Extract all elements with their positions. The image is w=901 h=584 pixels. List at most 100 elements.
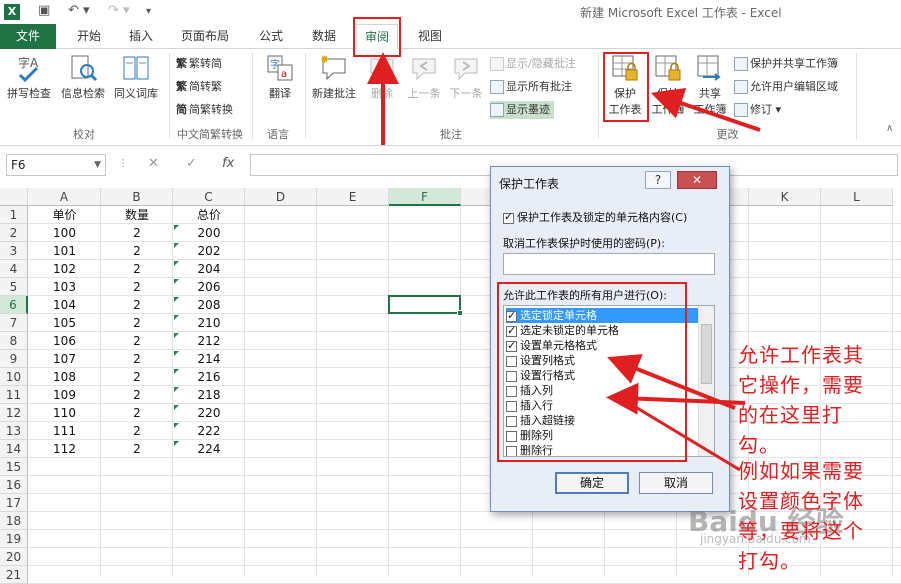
- tab-formulas[interactable]: 公式: [248, 24, 294, 49]
- insert-function-icon[interactable]: fx: [222, 156, 234, 171]
- column-header[interactable]: K: [749, 188, 821, 206]
- row-header[interactable]: 17: [0, 494, 28, 512]
- protect-workbook-button[interactable]: 保护 工作簿: [648, 53, 688, 117]
- help-button[interactable]: ?: [645, 171, 671, 189]
- save-icon[interactable]: ▣: [38, 3, 50, 18]
- row-header[interactable]: 13: [0, 422, 28, 440]
- column-header[interactable]: E: [317, 188, 389, 206]
- next-comment-button[interactable]: 下一条: [446, 53, 486, 101]
- column-header[interactable]: D: [245, 188, 317, 206]
- close-button[interactable]: ✕: [677, 171, 717, 189]
- translate-button[interactable]: 字a 翻译: [258, 53, 302, 101]
- customize-qat-icon[interactable]: ▾: [146, 6, 151, 17]
- tab-page-layout[interactable]: 页面布局: [170, 24, 240, 49]
- new-comment-button[interactable]: ✸ 新建批注: [309, 53, 359, 101]
- undo-icon[interactable]: ↶ ▾: [68, 3, 90, 18]
- cell[interactable]: 200: [173, 224, 245, 242]
- cell[interactable]: 111: [28, 422, 101, 440]
- cell[interactable]: 202: [173, 242, 245, 260]
- cell[interactable]: 224: [173, 440, 245, 458]
- cell[interactable]: 206: [173, 278, 245, 296]
- row-header[interactable]: 3: [0, 242, 28, 260]
- row-header[interactable]: 6: [0, 296, 28, 314]
- allow-edit-ranges-button[interactable]: 允许用户编辑区域: [734, 78, 838, 96]
- cell[interactable]: 102: [28, 260, 101, 278]
- cell[interactable]: 208: [173, 296, 245, 314]
- cell[interactable]: 214: [173, 350, 245, 368]
- cell[interactable]: 110: [28, 404, 101, 422]
- protect-option-checkbox[interactable]: 保护工作表及锁定的单元格内容(C): [503, 209, 687, 225]
- tab-home[interactable]: 开始: [64, 24, 114, 49]
- cell[interactable]: 2: [101, 296, 173, 314]
- password-input[interactable]: [503, 253, 715, 275]
- prev-comment-button[interactable]: 上一条: [404, 53, 444, 101]
- cell[interactable]: 105: [28, 314, 101, 332]
- cell[interactable]: 2: [101, 368, 173, 386]
- tab-view[interactable]: 视图: [410, 24, 450, 49]
- scrollbar-thumb[interactable]: [701, 324, 712, 384]
- cell[interactable]: 101: [28, 242, 101, 260]
- cell[interactable]: 2: [101, 224, 173, 242]
- column-header[interactable]: C: [173, 188, 245, 206]
- cell[interactable]: 210: [173, 314, 245, 332]
- permissions-scrollbar[interactable]: [698, 306, 714, 456]
- show-all-comments-button[interactable]: 显示所有批注: [490, 78, 572, 96]
- row-header[interactable]: 21: [0, 566, 28, 584]
- redo-icon[interactable]: ↷ ▾: [108, 3, 130, 18]
- row-header[interactable]: 8: [0, 332, 28, 350]
- ok-button[interactable]: 确定: [555, 472, 629, 494]
- cancel-button[interactable]: 取消: [639, 472, 713, 494]
- row-header[interactable]: 15: [0, 458, 28, 476]
- row-header[interactable]: 19: [0, 530, 28, 548]
- tab-data[interactable]: 数据: [302, 24, 346, 49]
- cell[interactable]: 2: [101, 404, 173, 422]
- cancel-icon[interactable]: ✕: [148, 156, 159, 171]
- research-button[interactable]: 信息检索: [58, 53, 108, 101]
- cell[interactable]: 2: [101, 314, 173, 332]
- cell[interactable]: 112: [28, 440, 101, 458]
- row-header[interactable]: 1: [0, 206, 28, 224]
- cell[interactable]: 106: [28, 332, 101, 350]
- tab-insert[interactable]: 插入: [118, 24, 164, 49]
- active-cell-selection[interactable]: [388, 295, 463, 316]
- row-header[interactable]: 9: [0, 350, 28, 368]
- column-header[interactable]: F: [389, 188, 461, 206]
- cell[interactable]: 216: [173, 368, 245, 386]
- select-all-corner[interactable]: [0, 188, 28, 206]
- thesaurus-button[interactable]: 同义词库: [110, 53, 162, 101]
- fill-handle[interactable]: [457, 310, 463, 316]
- row-header[interactable]: 11: [0, 386, 28, 404]
- row-header[interactable]: 7: [0, 314, 28, 332]
- track-changes-button[interactable]: 修订 ▾: [734, 101, 781, 119]
- cell[interactable]: 104: [28, 296, 101, 314]
- cell[interactable]: 100: [28, 224, 101, 242]
- cell[interactable]: 2: [101, 278, 173, 296]
- cell[interactable]: 109: [28, 386, 101, 404]
- cell[interactable]: 218: [173, 386, 245, 404]
- show-hide-comment-button[interactable]: 显示/隐藏批注: [490, 55, 576, 73]
- cell[interactable]: 222: [173, 422, 245, 440]
- row-header[interactable]: 10: [0, 368, 28, 386]
- row-header[interactable]: 18: [0, 512, 28, 530]
- cell[interactable]: 2: [101, 350, 173, 368]
- row-header[interactable]: 12: [0, 404, 28, 422]
- cell[interactable]: 103: [28, 278, 101, 296]
- cell[interactable]: 2: [101, 242, 173, 260]
- protect-share-workbook-button[interactable]: 保护并共享工作簿: [734, 55, 838, 73]
- delete-comment-button[interactable]: 删除: [364, 53, 400, 101]
- cell[interactable]: 2: [101, 422, 173, 440]
- cell[interactable]: 2: [101, 260, 173, 278]
- collapse-ribbon-icon[interactable]: ∧: [886, 123, 893, 134]
- cell[interactable]: 数量: [101, 206, 173, 224]
- cell[interactable]: 212: [173, 332, 245, 350]
- cell[interactable]: 单价: [28, 206, 101, 224]
- cell[interactable]: 220: [173, 404, 245, 422]
- to-traditional-button[interactable]: 繁简转繁: [176, 78, 222, 96]
- row-header[interactable]: 2: [0, 224, 28, 242]
- cell[interactable]: 2: [101, 332, 173, 350]
- share-workbook-button[interactable]: 共享 工作簿: [690, 53, 730, 117]
- column-header[interactable]: L: [821, 188, 893, 206]
- row-header[interactable]: 4: [0, 260, 28, 278]
- to-simplified-button[interactable]: 繁繁转简: [176, 55, 222, 73]
- row-header[interactable]: 16: [0, 476, 28, 494]
